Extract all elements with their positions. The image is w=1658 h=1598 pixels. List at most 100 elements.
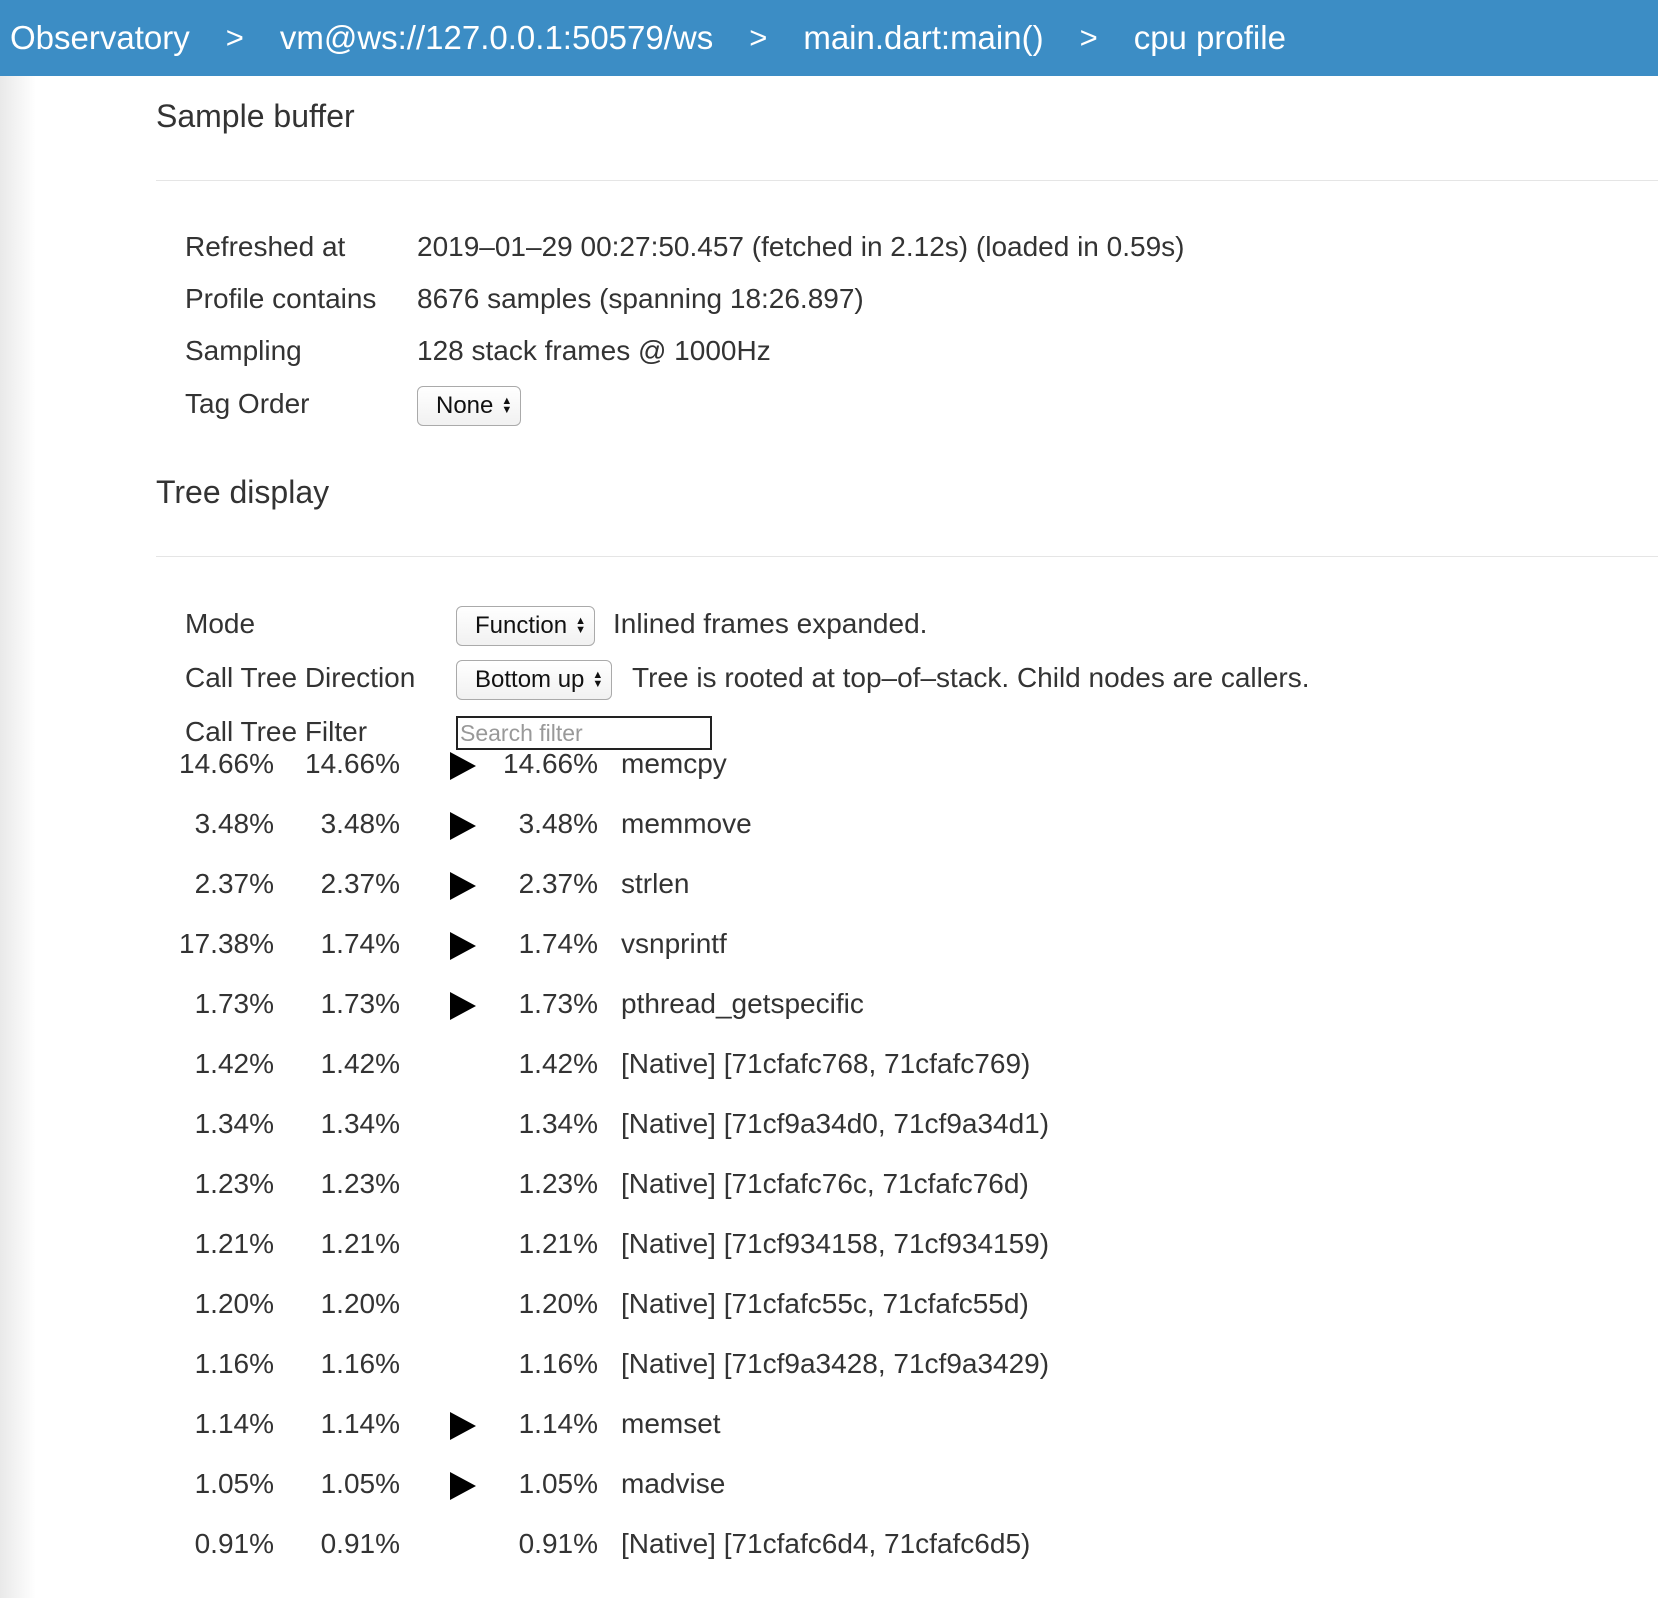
- call-tree-search-input[interactable]: [456, 716, 712, 750]
- breadcrumb-separator: >: [749, 20, 768, 55]
- self-percent: 1.05%: [518, 1468, 598, 1499]
- mode-note: Inlined frames expanded.: [613, 608, 928, 639]
- inclusive-percent: 0.91%: [194, 1528, 274, 1559]
- function-name: [Native] [71cfafc55c, 71cfafc55d): [621, 1288, 1029, 1319]
- inclusive-percent: 1.73%: [194, 988, 274, 1019]
- tag-order-select[interactable]: None ▲ ▼: [417, 386, 522, 426]
- table-row[interactable]: 2.37% 2.37% 2.37% strlen: [0, 868, 1658, 924]
- exclusive-percent: 2.37%: [320, 868, 400, 899]
- function-name: madvise: [621, 1468, 726, 1499]
- tag-order-selected: None: [436, 392, 494, 419]
- inclusive-percent: 1.34%: [194, 1108, 274, 1139]
- self-percent: 1.16%: [518, 1348, 598, 1379]
- select-arrows-icon: ▲ ▼: [575, 615, 586, 636]
- breadcrumb-observatory[interactable]: Observatory: [10, 19, 190, 57]
- sampling-value: 128 stack frames @ 1000Hz: [417, 335, 771, 366]
- exclusive-percent: 0.91%: [320, 1528, 400, 1559]
- select-arrows-icon: ▲ ▼: [592, 669, 604, 690]
- refreshed-at-value: 2019–01–29 00:27:50.457 (fetched in 2.12…: [417, 231, 1185, 262]
- inclusive-percent: 1.05%: [194, 1468, 274, 1499]
- exclusive-percent: 1.05%: [320, 1468, 400, 1499]
- inclusive-percent: 17.38%: [179, 928, 274, 959]
- exclusive-percent: 14.66%: [305, 748, 400, 779]
- table-row[interactable]: 3.48% 3.48% 3.48% memmove: [0, 808, 1658, 864]
- self-percent: 1.73%: [518, 988, 598, 1019]
- inclusive-percent: 1.14%: [194, 1408, 274, 1439]
- function-name: [Native] [71cfafc76c, 71cfafc76d): [621, 1168, 1029, 1199]
- self-percent: 1.34%: [518, 1108, 598, 1139]
- sample-buffer-title: Sample buffer: [156, 98, 355, 134]
- expand-triangle-icon[interactable]: [450, 812, 476, 840]
- profile-contains-value: 8676 samples (spanning 18:26.897): [417, 283, 864, 314]
- call-tree-direction-label: Call Tree Direction: [185, 662, 416, 693]
- expand-triangle-icon[interactable]: [450, 932, 476, 960]
- exclusive-percent: 1.20%: [320, 1288, 400, 1319]
- function-name: [Native] [71cfafc768, 71cfafc769): [621, 1048, 1031, 1079]
- self-percent: 0.91%: [518, 1528, 598, 1559]
- function-name: pthread_getspecific: [621, 988, 864, 1019]
- section-divider: [156, 556, 1658, 557]
- exclusive-percent: 3.48%: [320, 808, 400, 839]
- table-row[interactable]: 1.14% 1.14% 1.14% memset: [0, 1408, 1658, 1464]
- inclusive-percent: 3.48%: [194, 808, 274, 839]
- exclusive-percent: 1.16%: [320, 1348, 400, 1379]
- table-row[interactable]: 1.05% 1.05% 1.05% madvise: [0, 1468, 1658, 1524]
- mode-selected: Function: [475, 612, 568, 639]
- table-row[interactable]: 1.42% 1.42% 1.42% [Native] [71cfafc768, 71c…: [0, 1048, 1658, 1104]
- breadcrumb-separator: >: [225, 20, 244, 55]
- self-percent: 1.23%: [518, 1168, 598, 1199]
- table-row[interactable]: 0.91% 0.91% 0.91% [Native] [71cfafc6d4, 71c…: [0, 1528, 1658, 1584]
- expand-triangle-icon[interactable]: [450, 872, 476, 900]
- expand-triangle-icon[interactable]: [450, 992, 476, 1020]
- function-name: [Native] [71cfafc6d4, 71cfafc6d5): [621, 1528, 1031, 1559]
- profile-contains-label: Profile contains: [185, 283, 377, 314]
- table-row[interactable]: 1.73% 1.73% 1.73% pthread_getspecific: [0, 988, 1658, 1044]
- expand-triangle-icon[interactable]: [450, 752, 476, 780]
- inclusive-percent: 1.20%: [194, 1288, 274, 1319]
- inclusive-percent: 14.66%: [179, 748, 274, 779]
- table-row[interactable]: 1.20% 1.20% 1.20% [Native] [71cfafc55c, 71c…: [0, 1288, 1658, 1344]
- expand-triangle-icon[interactable]: [450, 1412, 476, 1440]
- breadcrumb: Observatory > vm@ws://127.0.0.1:50579/ws…: [0, 0, 1658, 76]
- function-name: memcpy: [621, 748, 727, 779]
- self-percent: 1.21%: [518, 1228, 598, 1259]
- mode-select[interactable]: Function ▲ ▼: [456, 606, 595, 646]
- breadcrumb-cpu-profile[interactable]: cpu profile: [1134, 19, 1286, 57]
- breadcrumb-isolate[interactable]: main.dart:main(): [803, 19, 1043, 57]
- exclusive-percent: 1.74%: [320, 928, 400, 959]
- breadcrumb-vm[interactable]: vm@ws://127.0.0.1:50579/ws: [280, 19, 713, 57]
- self-percent: 1.14%: [518, 1408, 598, 1439]
- tree-display-title: Tree display: [156, 474, 330, 510]
- table-row[interactable]: 17.38% 1.74% 1.74% vsnprintf: [0, 928, 1658, 984]
- function-name: strlen: [621, 868, 690, 899]
- tag-order-label: Tag Order: [185, 388, 310, 419]
- table-row[interactable]: 1.34% 1.34% 1.34% [Native] [71cf9a34d0, 71c…: [0, 1108, 1658, 1164]
- call-tree-direction-select[interactable]: Bottom up ▲ ▼: [456, 660, 613, 700]
- table-row[interactable]: 1.23% 1.23% 1.23% [Native] [71cfafc76c, 71c…: [0, 1168, 1658, 1224]
- call-tree-filter-label: Call Tree Filter: [185, 716, 368, 747]
- inclusive-percent: 1.42%: [194, 1048, 274, 1079]
- inclusive-percent: 1.23%: [194, 1168, 274, 1199]
- table-row[interactable]: 1.21% 1.21% 1.21% [Native] [71cf934158, 71c…: [0, 1228, 1658, 1284]
- exclusive-percent: 1.21%: [320, 1228, 400, 1259]
- exclusive-percent: 1.14%: [320, 1408, 400, 1439]
- expand-triangle-icon[interactable]: [450, 1472, 476, 1500]
- inclusive-percent: 1.21%: [194, 1228, 274, 1259]
- table-row[interactable]: 14.66% 14.66% 14.66% memcpy: [0, 748, 1658, 804]
- exclusive-percent: 1.34%: [320, 1108, 400, 1139]
- select-arrows-icon: ▲ ▼: [501, 395, 513, 416]
- table-row[interactable]: 1.16% 1.16% 1.16% [Native] [71cf9a3428, 71c…: [0, 1348, 1658, 1404]
- function-name: [Native] [71cf934158, 71cf934159): [621, 1228, 1050, 1259]
- self-percent: 14.66%: [503, 748, 598, 779]
- self-percent: 2.37%: [518, 868, 598, 899]
- function-name: vsnprintf: [621, 928, 727, 959]
- exclusive-percent: 1.73%: [320, 988, 400, 1019]
- mode-label: Mode: [185, 608, 256, 639]
- call-tree-direction-note: Tree is rooted at top–of–stack. Child no…: [632, 662, 1310, 693]
- self-percent: 1.74%: [518, 928, 598, 959]
- inclusive-percent: 2.37%: [194, 868, 274, 899]
- exclusive-percent: 1.42%: [320, 1048, 400, 1079]
- function-name: memset: [621, 1408, 721, 1439]
- inclusive-percent: 1.16%: [194, 1348, 274, 1379]
- function-name: memmove: [621, 808, 752, 839]
